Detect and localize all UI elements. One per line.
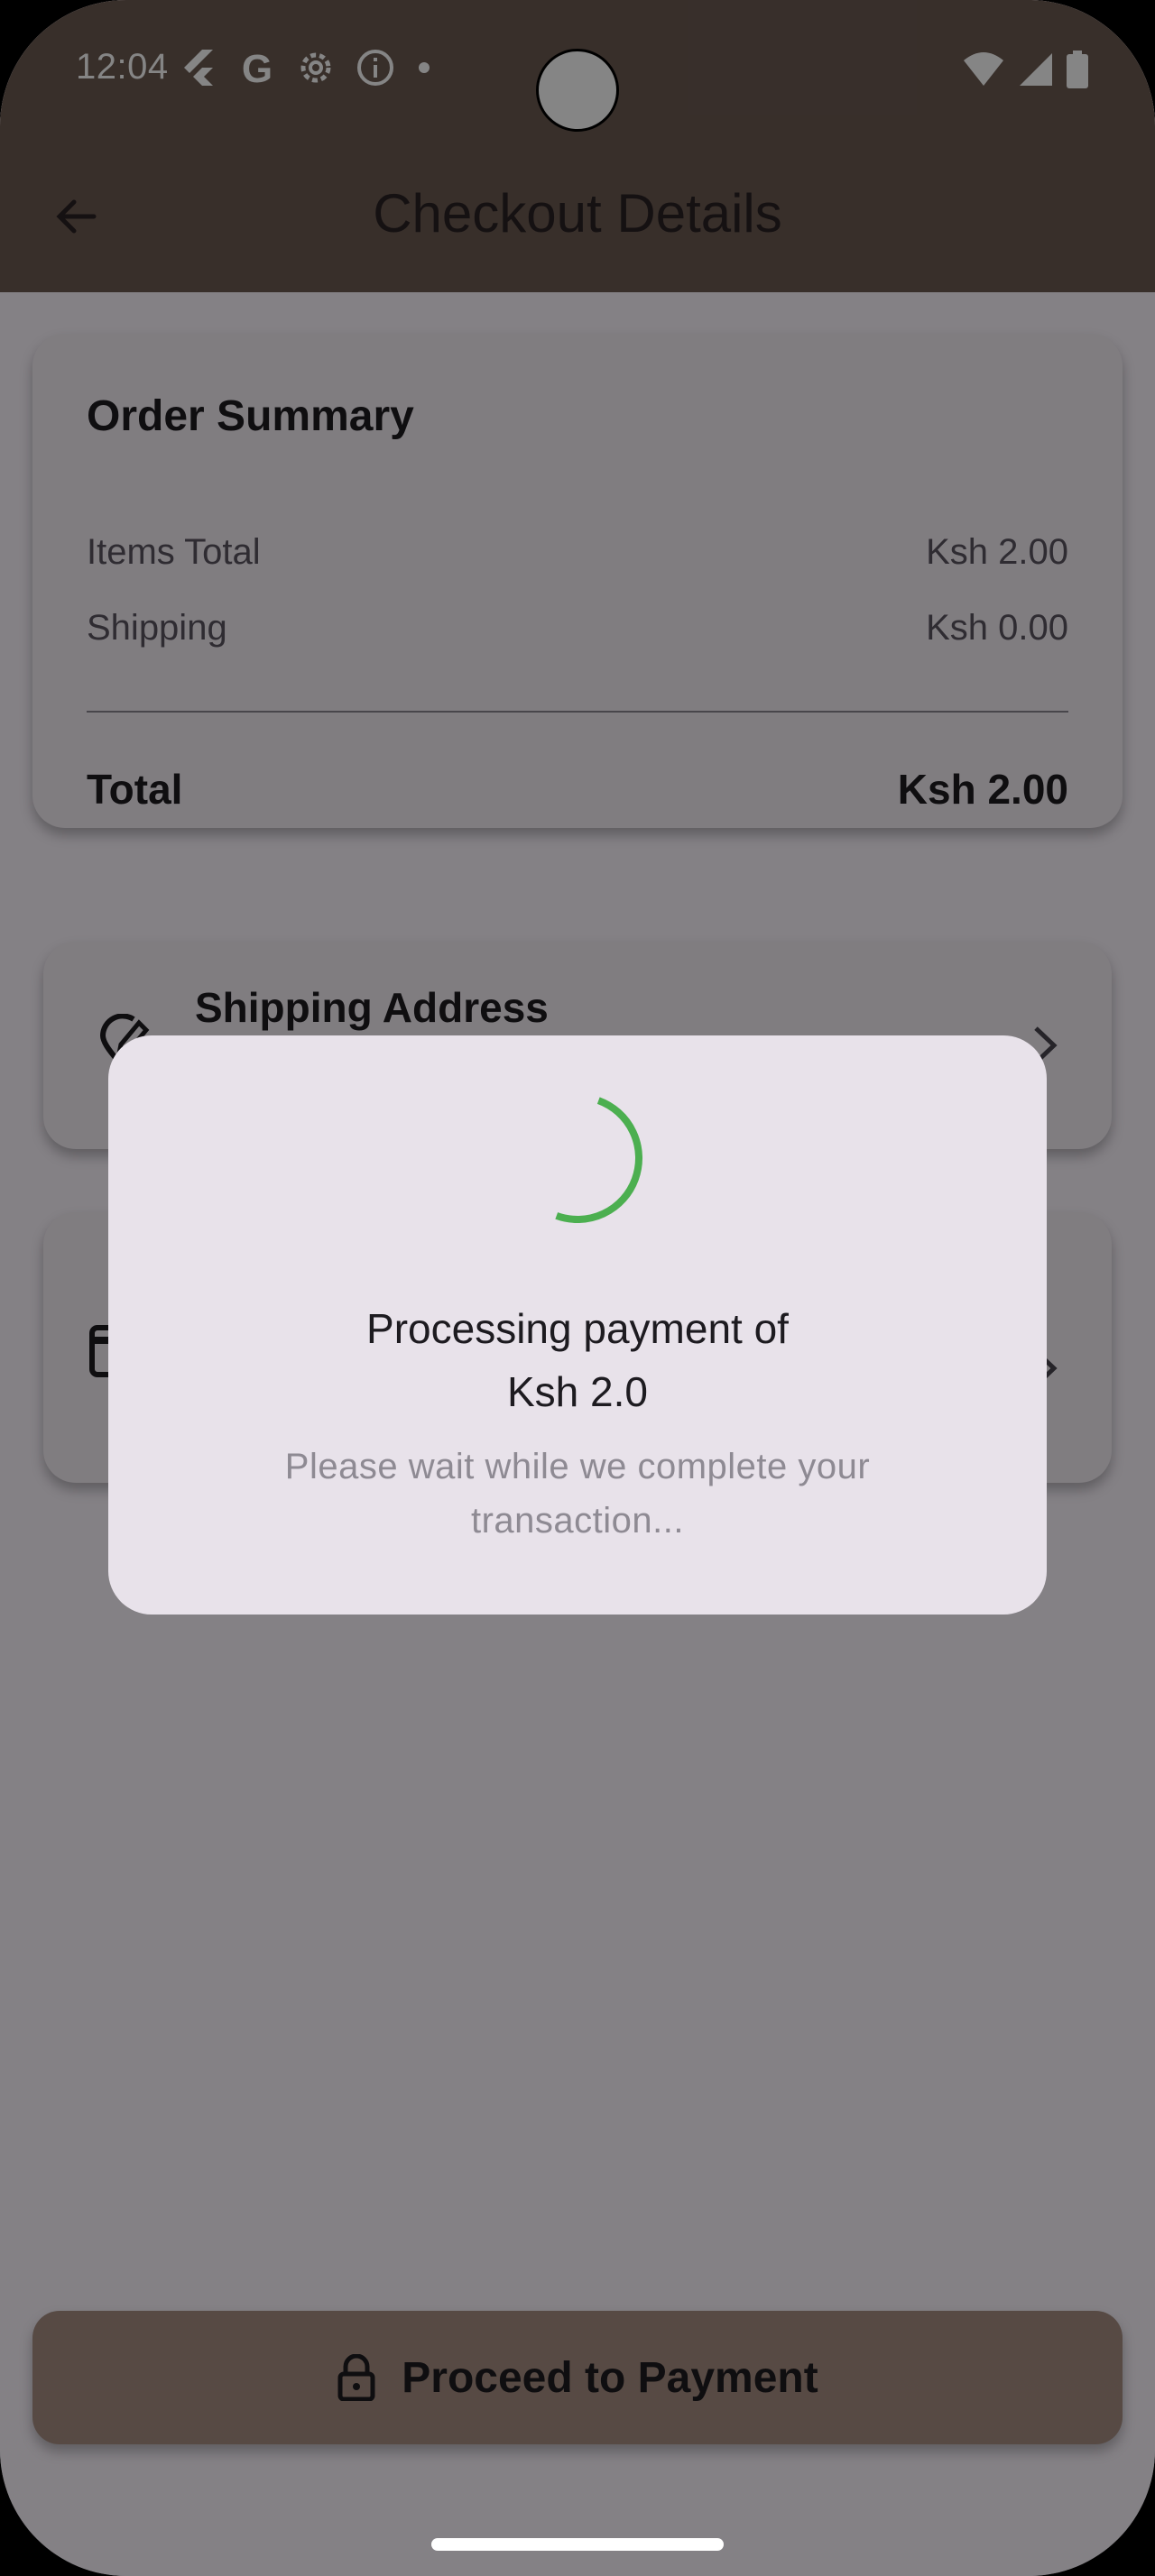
device-screen: 12:04 G Checkout Details Order Summary I… <box>0 0 1155 2576</box>
processing-dialog: Processing payment of Ksh 2.0 Please wai… <box>108 1035 1047 1615</box>
loading-spinner-icon <box>555 1097 642 1223</box>
dialog-title: Processing payment of Ksh 2.0 <box>108 1297 1047 1423</box>
dialog-amount: Ksh 2.0 <box>507 1368 648 1415</box>
dialog-title-line1: Processing payment of <box>366 1305 789 1352</box>
dialog-subtitle: Please wait while we complete your trans… <box>284 1447 871 1541</box>
home-indicator[interactable] <box>431 2538 724 2551</box>
